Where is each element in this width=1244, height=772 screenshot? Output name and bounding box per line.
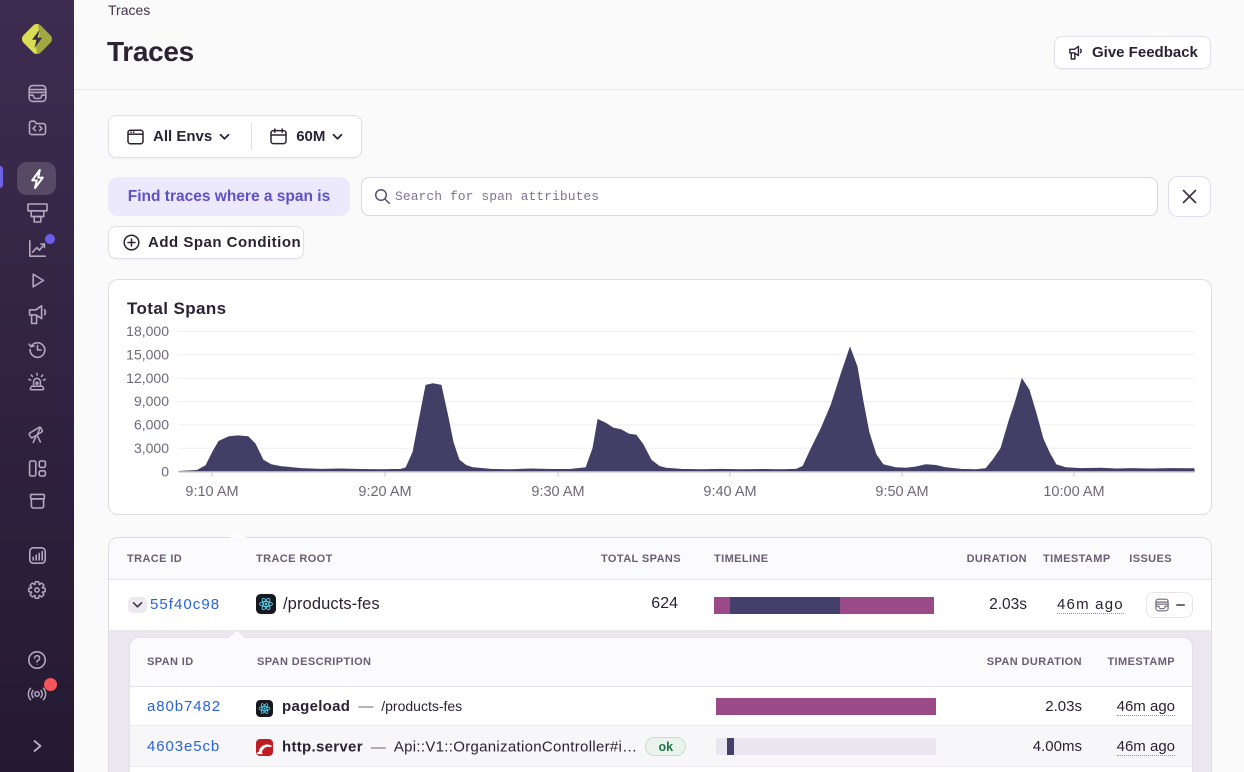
- svg-text:15,000: 15,000: [126, 346, 169, 362]
- svg-text:6,000: 6,000: [134, 417, 169, 433]
- svg-text:9:10 AM: 9:10 AM: [185, 484, 238, 500]
- svg-text:9:40 AM: 9:40 AM: [703, 484, 756, 500]
- svg-text:9,000: 9,000: [134, 393, 169, 409]
- svg-text:9:30 AM: 9:30 AM: [531, 484, 584, 500]
- svg-text:9:20 AM: 9:20 AM: [358, 484, 411, 500]
- svg-text:9:50 AM: 9:50 AM: [875, 484, 928, 500]
- svg-text:0: 0: [161, 463, 169, 479]
- svg-text:12,000: 12,000: [126, 370, 169, 386]
- svg-text:18,000: 18,000: [126, 323, 169, 339]
- svg-text:10:00 AM: 10:00 AM: [1043, 484, 1104, 500]
- svg-text:3,000: 3,000: [134, 440, 169, 456]
